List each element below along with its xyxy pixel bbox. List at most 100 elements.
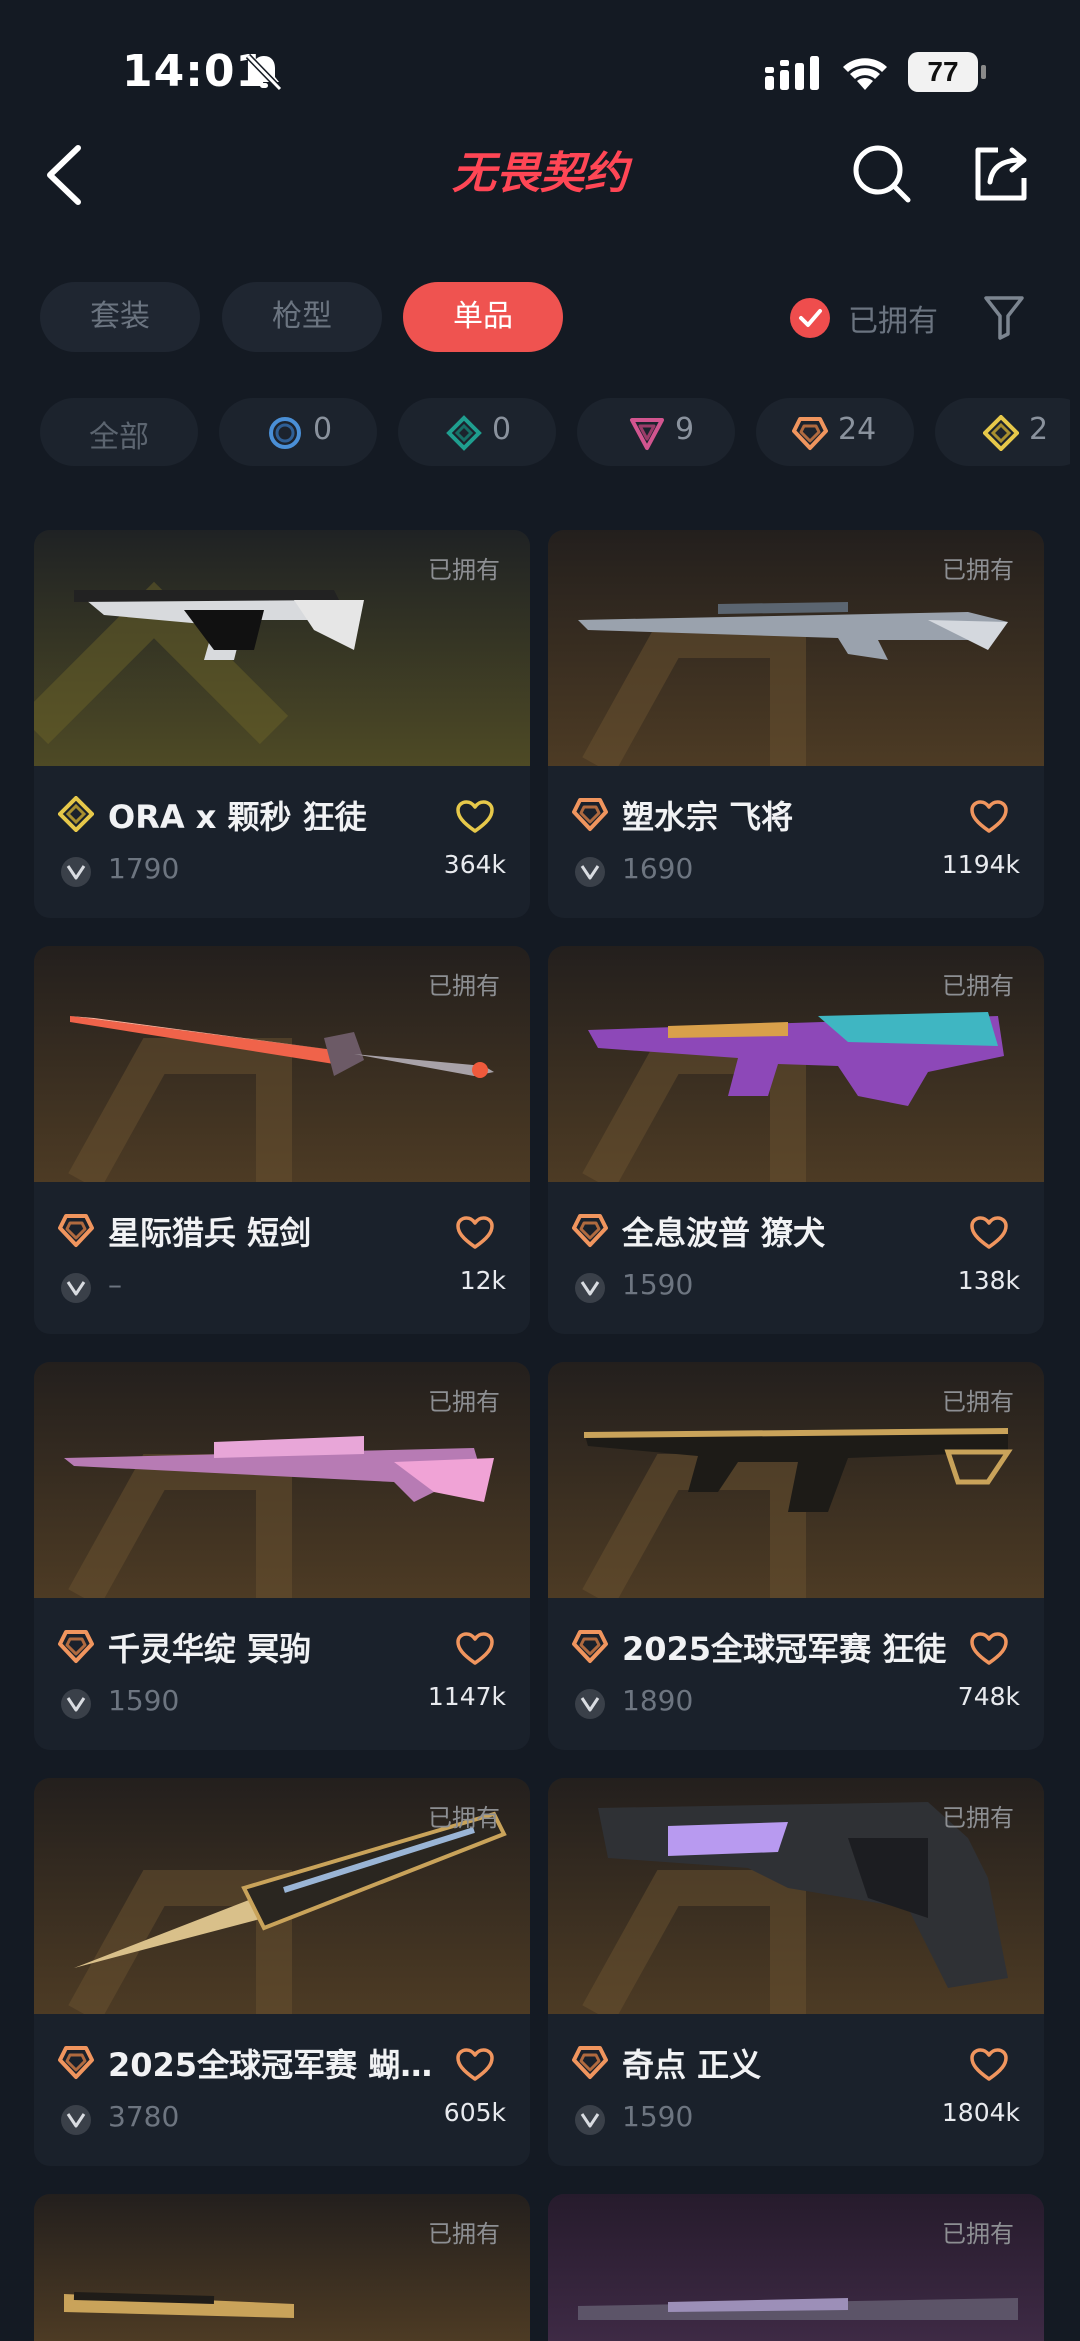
vp-currency-icon — [575, 1689, 605, 1719]
owned-label: 已拥有 — [942, 556, 1014, 584]
skin-name: 塑水宗 飞将 — [622, 798, 794, 836]
battery-indicator: 77 — [908, 52, 986, 92]
muted-bell-icon — [245, 53, 283, 92]
vp-currency-icon — [61, 2105, 91, 2135]
battery-level: 77 — [927, 56, 959, 87]
skin-card[interactable]: 已拥有 — [34, 2194, 530, 2341]
owned-label: 已拥有 — [428, 972, 500, 1000]
exclusive-tier-icon — [572, 1630, 608, 1663]
heart-icon[interactable] — [456, 800, 494, 834]
filter-icon[interactable] — [982, 292, 1026, 342]
select-tier-icon — [269, 417, 301, 449]
skin-name: 2025全球冠军赛 狂徒 — [622, 1630, 947, 1668]
exclusive-tier-icon — [58, 2046, 94, 2079]
chip-deluxe-tier[interactable]: 0 — [398, 398, 556, 466]
chip-premium-count: 9 — [675, 412, 695, 447]
skin-price: 1590 — [108, 1684, 180, 1717]
chip-ultra-count: 2 — [1029, 412, 1049, 447]
share-icon[interactable] — [970, 142, 1032, 204]
chip-ultra-tier[interactable]: 2 — [935, 398, 1070, 466]
brand-logo: 无畏契约 — [452, 148, 633, 199]
skin-price: 1890 — [622, 1684, 694, 1717]
skin-likes: 138k — [957, 1266, 1020, 1295]
vp-currency-icon — [575, 1273, 605, 1303]
signal-icon — [765, 56, 819, 90]
skin-price: 3780 — [108, 2100, 180, 2133]
vp-currency-icon — [575, 2105, 605, 2135]
skin-card[interactable]: 已拥有 2025全球冠军赛 狂徒 1890 748k — [548, 1362, 1044, 1750]
skin-card[interactable]: 已拥有 星际猎兵 短剑 – 12k — [34, 946, 530, 1334]
skin-card[interactable]: 已拥有 塑水宗 飞将 1690 1194k — [548, 530, 1044, 918]
brand-title: 无畏契约 — [452, 148, 633, 199]
heart-icon[interactable] — [456, 2048, 494, 2082]
skin-name: 2025全球冠军赛 蝴… — [108, 2046, 433, 2084]
search-icon[interactable] — [850, 142, 914, 206]
premium-tier-icon — [630, 418, 664, 450]
chip-all-label: 全部 — [89, 420, 149, 455]
skin-name: 奇点 正义 — [622, 2046, 762, 2084]
skin-card[interactable]: 已拥有 奇点 正义 1590 1804k — [548, 1778, 1044, 2166]
chip-all[interactable]: 全部 — [40, 398, 198, 466]
chip-select-count: 0 — [313, 412, 333, 447]
skin-card[interactable]: 已拥有 — [548, 2194, 1044, 2341]
tab-sets[interactable]: 套装 — [40, 282, 200, 352]
skin-price: 1790 — [108, 852, 180, 885]
exclusive-tier-icon — [58, 1214, 94, 1247]
skin-price: 1590 — [622, 2100, 694, 2133]
skin-likes: 1147k — [427, 1682, 506, 1711]
skin-name: ORA x 颗秒 狂徒 — [108, 798, 367, 836]
owned-toggle-label: 已拥有 — [848, 304, 938, 339]
skin-likes: 605k — [443, 2098, 506, 2127]
owned-label: 已拥有 — [428, 1804, 500, 1832]
exclusive-tier-icon — [792, 417, 828, 450]
chip-deluxe-count: 0 — [492, 412, 512, 447]
ultra-tier-icon — [58, 796, 94, 832]
heart-icon[interactable] — [970, 2048, 1008, 2082]
exclusive-tier-icon — [572, 1214, 608, 1247]
skin-name: 全息波普 獠犬 — [622, 1214, 826, 1252]
skin-likes: 1804k — [941, 2098, 1020, 2127]
owned-label: 已拥有 — [942, 972, 1014, 1000]
heart-icon[interactable] — [970, 1216, 1008, 1250]
chip-select-tier[interactable]: 0 — [219, 398, 377, 466]
skin-price: – — [108, 1268, 122, 1301]
skin-name: 星际猎兵 短剑 — [108, 1214, 312, 1252]
owned-label: 已拥有 — [942, 1388, 1014, 1416]
tab-single-items[interactable]: 单品 — [403, 282, 563, 352]
heart-icon[interactable] — [970, 1632, 1008, 1666]
skin-likes: 364k — [443, 850, 506, 879]
owned-label: 已拥有 — [428, 556, 500, 584]
vp-currency-icon — [61, 1273, 91, 1303]
wifi-icon — [843, 58, 887, 90]
skin-price: 1690 — [622, 852, 694, 885]
owned-label: 已拥有 — [942, 1804, 1014, 1832]
back-arrow-icon[interactable] — [40, 140, 90, 210]
exclusive-tier-icon — [572, 798, 608, 831]
chip-exclusive-count: 24 — [838, 412, 877, 447]
rarity-filter-chips: 全部 0 0 9 24 2 — [40, 398, 1070, 468]
tab-weapon-type[interactable]: 枪型 — [222, 282, 382, 352]
owned-label: 已拥有 — [942, 2220, 1014, 2248]
heart-icon[interactable] — [970, 800, 1008, 834]
chip-premium-tier[interactable]: 9 — [577, 398, 735, 466]
skin-likes: 748k — [957, 1682, 1020, 1711]
chip-exclusive-tier[interactable]: 24 — [756, 398, 914, 466]
skin-price: 1590 — [622, 1268, 694, 1301]
skin-name: 千灵华绽 冥驹 — [108, 1630, 312, 1668]
deluxe-tier-icon — [446, 415, 482, 451]
heart-icon[interactable] — [456, 1632, 494, 1666]
heart-icon[interactable] — [456, 1216, 494, 1250]
skin-card[interactable]: 已拥有 2025全球冠军赛 蝴… 3780 605k — [34, 1778, 530, 2166]
owned-label: 已拥有 — [428, 1388, 500, 1416]
skin-card[interactable]: 已拥有 千灵华绽 冥驹 1590 1147k — [34, 1362, 530, 1750]
status-bar: 14:01 77 — [0, 0, 1080, 140]
skin-card[interactable]: 已拥有 全息波普 獠犬 1590 138k — [548, 946, 1044, 1334]
skin-card[interactable]: 已拥有 ORA x 颗秒 狂徒 1790 364k — [34, 530, 530, 918]
checkbox-checked-icon[interactable] — [790, 298, 830, 338]
ultra-tier-icon — [983, 415, 1019, 451]
skin-likes: 12k — [459, 1266, 506, 1295]
skin-likes: 1194k — [941, 850, 1020, 879]
vp-currency-icon — [575, 857, 605, 887]
exclusive-tier-icon — [58, 1630, 94, 1663]
vp-currency-icon — [61, 857, 91, 887]
